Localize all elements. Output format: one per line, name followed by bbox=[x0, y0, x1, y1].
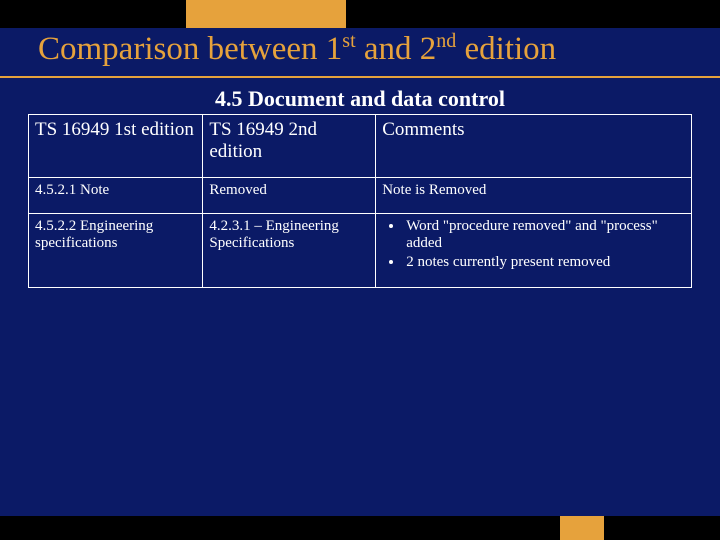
table-header-row: TS 16949 1st edition TS 16949 2nd editio… bbox=[29, 115, 692, 178]
row2-col2: 4.2.3.1 – Engineering Specifications bbox=[203, 214, 376, 288]
row1-col2: Removed bbox=[203, 178, 376, 214]
bottom-band bbox=[0, 516, 720, 540]
title-super-1: st bbox=[342, 30, 355, 52]
row2-col1: 4.5.2.2 Engineering specifications bbox=[29, 214, 203, 288]
table-header-col3: Comments bbox=[376, 115, 692, 178]
comparison-table: TS 16949 1st edition TS 16949 2nd editio… bbox=[28, 114, 692, 288]
title-underline bbox=[0, 76, 720, 78]
section-subtitle: 4.5 Document and data control bbox=[0, 86, 720, 112]
title-segment: Comparison between 1 bbox=[38, 31, 342, 67]
row2-col3: Word "procedure removed" and "process" a… bbox=[376, 214, 692, 288]
slide: Comparison between 1st and 2nd edition 4… bbox=[0, 0, 720, 540]
row1-col1: 4.5.2.1 Note bbox=[29, 178, 203, 214]
row1-col3: Note is Removed bbox=[376, 178, 692, 214]
table-row: 4.5.2.2 Engineering specifications 4.2.3… bbox=[29, 214, 692, 288]
table-header-col2: TS 16949 2nd edition bbox=[203, 115, 376, 178]
table-row: 4.5.2.1 Note Removed Note is Removed bbox=[29, 178, 692, 214]
table-header-col1: TS 16949 1st edition bbox=[29, 115, 203, 178]
top-band bbox=[0, 0, 720, 28]
row2-bullets: Word "procedure removed" and "process" a… bbox=[390, 218, 685, 271]
accent-block-bottom bbox=[560, 516, 604, 540]
list-item: 2 notes currently present removed bbox=[404, 254, 685, 271]
title-segment: and 2 bbox=[356, 31, 437, 67]
title-super-2: nd bbox=[436, 30, 456, 52]
accent-block-top bbox=[186, 0, 346, 28]
list-item: Word "procedure removed" and "process" a… bbox=[404, 218, 685, 252]
page-title: Comparison between 1st and 2nd edition bbox=[38, 30, 698, 67]
title-segment: edition bbox=[456, 31, 556, 67]
